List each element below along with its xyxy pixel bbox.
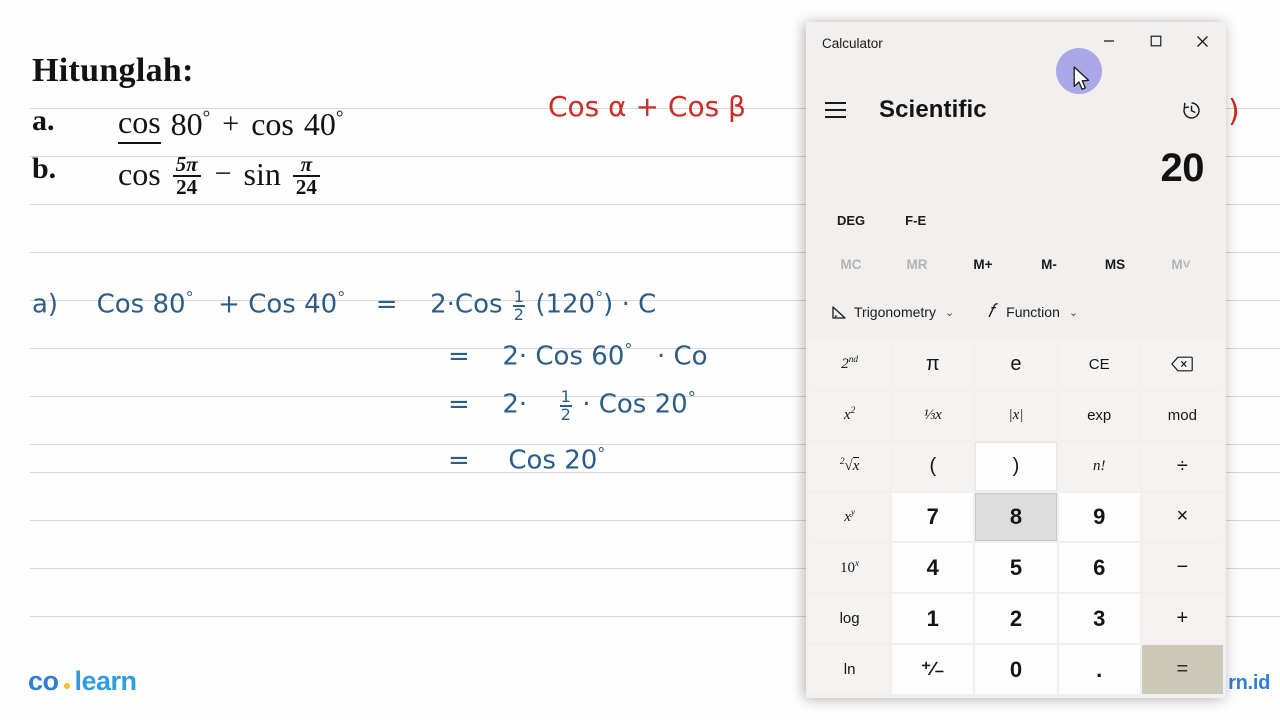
colearn-logo: co learn (28, 666, 137, 697)
function-icon: 𝑓 (987, 301, 994, 322)
maximize-icon[interactable] (1132, 22, 1179, 60)
item-b-expression: cos 5π 24 − sin π 24 (118, 152, 322, 199)
solution-label-a: a) (32, 289, 59, 320)
window-controls (1085, 22, 1226, 60)
calculator-mode-title: Scientific (879, 96, 987, 123)
one-key[interactable]: 1 (892, 594, 974, 644)
cos-underlined: cos (118, 104, 161, 144)
minus-operator: − (214, 157, 232, 191)
hamburger-menu-icon[interactable] (822, 91, 863, 129)
cos-second: cos (251, 105, 294, 142)
item-a-label: a. (32, 104, 55, 137)
fe-toggle[interactable]: F-E (892, 206, 939, 235)
app-title: Calculator (822, 36, 883, 51)
pi-key[interactable]: π (892, 340, 974, 389)
mouse-cursor (1073, 66, 1093, 98)
handwritten-half-fraction: 1 2 (513, 287, 525, 325)
ln-key[interactable]: ln (809, 645, 891, 694)
red-annotation-clipped-paren: ) (1228, 94, 1240, 129)
backspace-icon[interactable] (1141, 340, 1223, 389)
square-root-key[interactable]: 2√x (809, 441, 891, 491)
memory-store-button[interactable]: MS (1082, 249, 1148, 280)
close-paren-key[interactable]: ) (975, 441, 1057, 491)
function-dropdown[interactable]: 𝑓 Function ⌄ (972, 294, 1088, 330)
memory-add-button[interactable]: M+ (950, 249, 1016, 280)
memory-row: MC MR M+ M- MS M˅ (806, 235, 1226, 280)
reciprocal-key[interactable]: ⅓x (892, 390, 974, 440)
memory-list-button[interactable]: M˅ (1148, 249, 1214, 280)
function-label: Function (1006, 304, 1060, 320)
history-icon[interactable] (1172, 91, 1210, 129)
solution-line-2: = 2· Cos 60° · Co (448, 340, 708, 372)
trigonometry-label: Trigonometry (854, 304, 936, 320)
logo-dot (63, 682, 70, 689)
close-icon[interactable] (1179, 22, 1226, 60)
problem-item-b: b. cos 5π 24 − sin π 24 (32, 152, 772, 199)
item-a-expression: cos 80° + cos 40° (118, 104, 343, 144)
seven-key[interactable]: 7 (892, 492, 974, 542)
ten-power-key[interactable]: 10x (809, 543, 891, 593)
second-key[interactable]: 2nd (809, 340, 891, 389)
solution-line-4: = Cos 20° (448, 444, 606, 476)
nine-key[interactable]: 9 (1058, 492, 1140, 542)
three-key[interactable]: 3 (1058, 594, 1140, 644)
solution-line-1: a) Cos 80° + Cos 40° = 2·Cos 1 2 (120°) … (32, 287, 657, 325)
fraction-pi-24: π 24 (292, 153, 320, 199)
display-result: 20 (1160, 146, 1205, 190)
calculator-keypad: 2nd π e CE x2 ⅓x |x| exp mod 2√x ( ) n! … (806, 330, 1226, 698)
chevron-down-icon: ⌄ (1068, 306, 1079, 319)
angle-40: 40° (303, 105, 344, 142)
multiply-key[interactable]: × (1141, 492, 1223, 542)
cos-label-b: cos (118, 155, 161, 192)
equals-key[interactable]: = (1141, 645, 1223, 694)
e-key[interactable]: e (975, 340, 1057, 389)
clear-entry-key[interactable]: CE (1058, 340, 1140, 389)
exponent-key[interactable]: exp (1058, 390, 1140, 440)
trigonometry-icon (830, 305, 847, 320)
memory-clear-button[interactable]: MC (818, 249, 884, 280)
six-key[interactable]: 6 (1058, 543, 1140, 593)
square-key[interactable]: x2 (809, 390, 891, 440)
plus-operator: + (222, 107, 240, 140)
logo-learn: learn (74, 666, 138, 696)
absolute-value-key[interactable]: |x| (975, 390, 1057, 440)
deg-toggle[interactable]: DEG (824, 206, 878, 235)
trigonometry-dropdown[interactable]: Trigonometry ⌄ (820, 297, 964, 327)
memory-subtract-button[interactable]: M- (1016, 249, 1082, 280)
four-key[interactable]: 4 (892, 543, 974, 593)
five-key[interactable]: 5 (975, 543, 1057, 593)
problem-title: Hitunglah: (32, 52, 194, 89)
modulo-key[interactable]: mod (1141, 390, 1223, 440)
logo-co: co (28, 666, 59, 696)
navigation-row: Scientific (806, 82, 1226, 138)
power-key[interactable]: xy (809, 492, 891, 542)
display-toggles: DEG F-E (806, 190, 1226, 235)
item-b-label: b. (32, 152, 57, 185)
memory-recall-button[interactable]: MR (884, 249, 950, 280)
negate-key[interactable]: ⁺∕₋ (892, 645, 974, 694)
sin-label-b: sin (243, 155, 281, 192)
zero-key[interactable]: 0 (975, 645, 1057, 694)
factorial-key[interactable]: n! (1058, 441, 1140, 491)
divide-key[interactable]: ÷ (1141, 441, 1223, 491)
add-key[interactable]: + (1141, 594, 1223, 644)
open-paren-key[interactable]: ( (892, 441, 974, 491)
calculator-display: 20 (806, 138, 1226, 190)
two-key[interactable]: 2 (975, 594, 1057, 644)
red-formula-annotation: Cos α + Cos β (548, 90, 746, 123)
category-dropdowns: Trigonometry ⌄ 𝑓 Function ⌄ (806, 280, 1226, 330)
decimal-key[interactable]: . (1058, 645, 1140, 694)
log-key[interactable]: log (809, 594, 891, 644)
chevron-down-icon: ⌄ (944, 306, 955, 319)
site-watermark: rn.id (1228, 672, 1270, 694)
solution-line-3: = 2· 1 2 · Cos 20° (448, 387, 696, 425)
fraction-5pi-24: 5π 24 (172, 153, 201, 199)
subtract-key[interactable]: − (1141, 543, 1223, 593)
eight-key[interactable]: 8 (975, 492, 1057, 542)
angle-80: 80° (170, 105, 211, 142)
handwritten-half-fraction: 1 2 (559, 387, 572, 425)
problem-statement: Hitunglah: a. cos 80° + cos 40° b. cos 5… (32, 52, 772, 199)
calculator-window: Calculator Scientific 20 DEG F-E MC MR M… (806, 22, 1226, 698)
title-bar: Calculator (806, 22, 1226, 82)
